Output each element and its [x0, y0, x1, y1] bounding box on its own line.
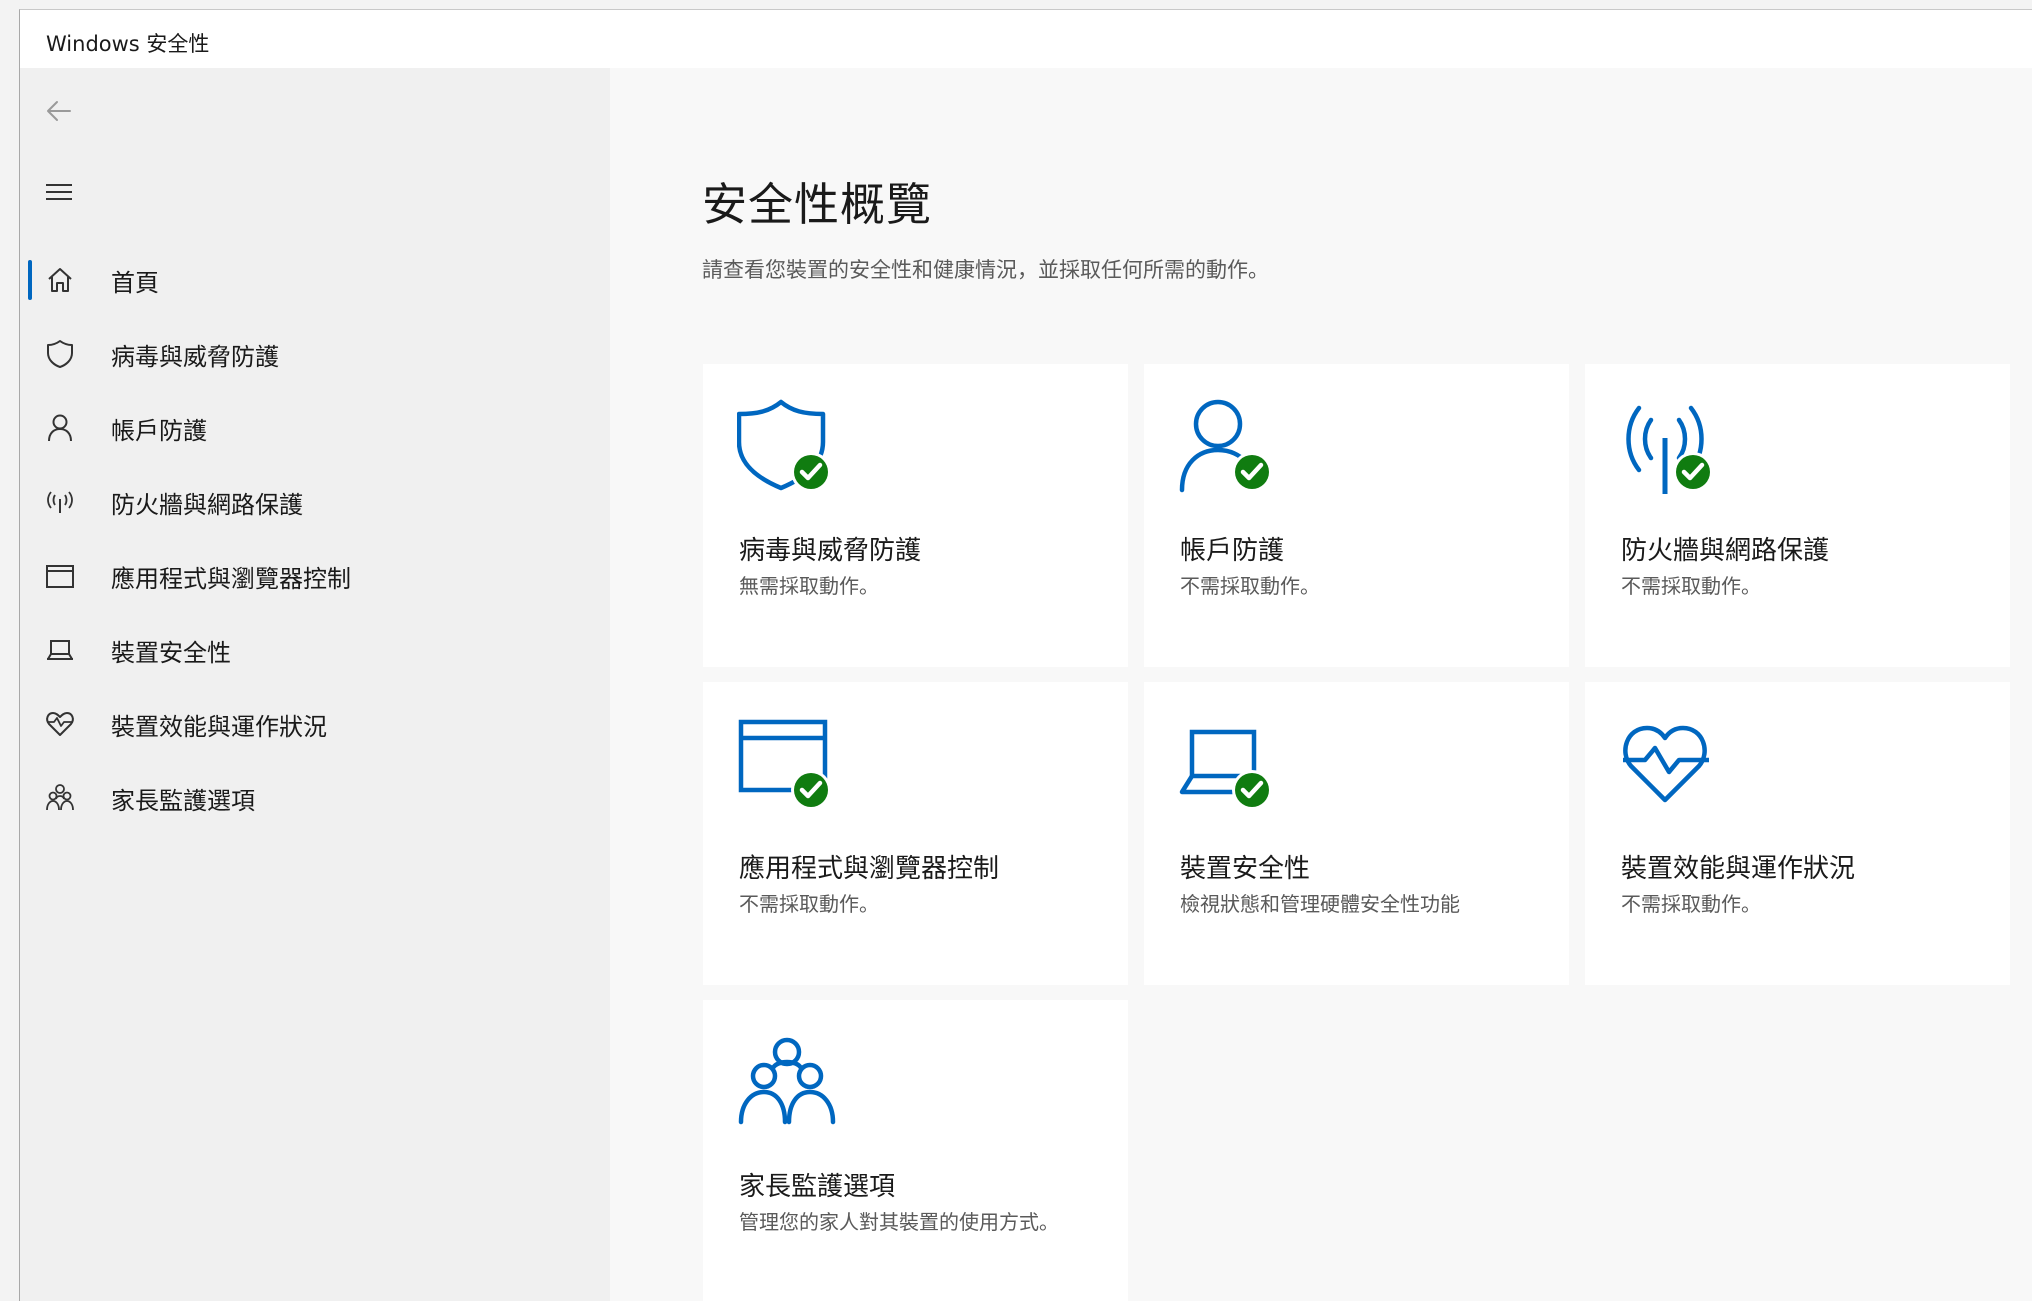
check-badge-icon [791, 452, 831, 492]
sidebar-item-label: 首頁 [111, 268, 159, 297]
laptop-icon [1179, 729, 1272, 810]
card-title: 防火牆與網路保護 [1621, 536, 1830, 566]
card-status: 檢視狀態和管理硬體安全性功能 [1180, 892, 1460, 916]
card-title: 裝置安全性 [1180, 854, 1311, 884]
heart-pulse-icon [1623, 725, 1709, 803]
card-status: 不需採取動作。 [739, 892, 879, 916]
sidebar-item-label: 帳戶防護 [111, 416, 207, 445]
card-family-options[interactable]: 家長監護選項 管理您的家人對其裝置的使用方式。 [703, 1000, 1128, 1301]
sidebar-item-label: 應用程式與瀏覽器控制 [111, 564, 351, 593]
family-icon [42, 780, 78, 816]
sidebar-item-label: 裝置安全性 [111, 638, 231, 667]
card-status: 不需採取動作。 [1621, 574, 1761, 598]
laptop-icon [42, 632, 78, 668]
wireless-icon [42, 484, 78, 520]
sidebar-item-label: 家長監護選項 [111, 786, 255, 815]
app-window-icon [738, 719, 831, 810]
nav-list: 首頁 病毒與威脅防護 帳戶防護 防火牆與網路保護 應用程式與瀏覽器控制 裝置安全… [20, 243, 610, 835]
arrow-left-icon [47, 101, 71, 121]
check-badge-icon [1232, 770, 1272, 810]
card-status: 管理您的家人對其裝置的使用方式。 [739, 1210, 1059, 1234]
card-virus-protection[interactable]: 病毒與威脅防護 無需採取動作。 [703, 364, 1128, 667]
wireless-icon [1626, 405, 1713, 494]
card-app-browser-control[interactable]: 應用程式與瀏覽器控制 不需採取動作。 [703, 682, 1128, 985]
sidebar-item-app-browser-control[interactable]: 應用程式與瀏覽器控制 [20, 539, 610, 613]
app-window: Windows 安全性 首頁 病毒與威脅防護 帳戶防護 防火牆與網路保護 應用程… [19, 9, 2032, 1301]
hamburger-icon [46, 184, 72, 200]
sidebar-item-label: 防火牆與網路保護 [111, 490, 303, 519]
check-badge-icon [791, 770, 831, 810]
card-status: 不需採取動作。 [1621, 892, 1761, 916]
home-icon [42, 262, 78, 298]
person-icon [42, 410, 78, 446]
sidebar: 首頁 病毒與威脅防護 帳戶防護 防火牆與網路保護 應用程式與瀏覽器控制 裝置安全… [20, 68, 610, 1301]
sidebar-item-home[interactable]: 首頁 [20, 243, 610, 317]
person-icon [1179, 399, 1272, 493]
app-window-icon [42, 558, 78, 594]
window-title: Windows 安全性 [46, 32, 210, 56]
card-status: 無需採取動作。 [739, 574, 879, 598]
main-content: 安全性概覽 請查看您裝置的安全性和健康情況，並採取任何所需的動作。 病毒與威脅防… [610, 68, 2032, 1301]
card-account-protection[interactable]: 帳戶防護 不需採取動作。 [1144, 364, 1569, 667]
card-status: 不需採取動作。 [1180, 574, 1320, 598]
card-device-security[interactable]: 裝置安全性 檢視狀態和管理硬體安全性功能 [1144, 682, 1569, 985]
card-title: 應用程式與瀏覽器控制 [739, 854, 1000, 884]
hamburger-menu-button[interactable] [38, 171, 80, 213]
sidebar-item-virus-protection[interactable]: 病毒與威脅防護 [20, 317, 610, 391]
card-title: 家長監護選項 [739, 1172, 896, 1202]
sidebar-item-account-protection[interactable]: 帳戶防護 [20, 391, 610, 465]
card-device-performance[interactable]: 裝置效能與運作狀況 不需採取動作。 [1585, 682, 2010, 985]
page-title: 安全性概覽 [702, 178, 933, 231]
back-button[interactable] [38, 90, 80, 132]
check-badge-icon [1232, 452, 1272, 492]
shield-icon [42, 336, 78, 372]
card-title: 裝置效能與運作狀況 [1621, 854, 1856, 884]
sidebar-item-label: 病毒與威脅防護 [111, 342, 279, 371]
card-title: 帳戶防護 [1180, 536, 1285, 566]
sidebar-item-firewall[interactable]: 防火牆與網路保護 [20, 465, 610, 539]
card-title: 病毒與威脅防護 [739, 536, 922, 566]
sidebar-item-device-security[interactable]: 裝置安全性 [20, 613, 610, 687]
heart-pulse-icon [42, 706, 78, 742]
title-bar: Windows 安全性 [20, 10, 2032, 68]
shield-icon [737, 399, 831, 492]
sidebar-item-device-performance[interactable]: 裝置效能與運作狀況 [20, 687, 610, 761]
page-subtitle: 請查看您裝置的安全性和健康情況，並採取任何所需的動作。 [702, 258, 1269, 282]
card-firewall[interactable]: 防火牆與網路保護 不需採取動作。 [1585, 364, 2010, 667]
sidebar-item-family-options[interactable]: 家長監護選項 [20, 761, 610, 835]
family-icon [738, 1037, 836, 1125]
sidebar-item-label: 裝置效能與運作狀況 [111, 712, 327, 741]
check-badge-icon [1673, 452, 1713, 492]
